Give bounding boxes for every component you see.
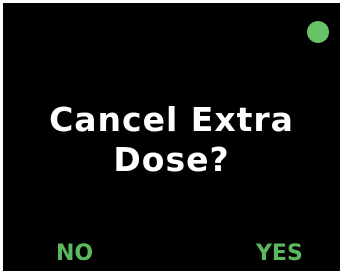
confirmation-prompt: Cancel Extra Dose?	[3, 100, 340, 180]
prompt-line-2: Dose?	[113, 140, 230, 179]
device-screen: Cancel Extra Dose? NO YES	[3, 3, 340, 271]
prompt-line-1: Cancel Extra	[49, 100, 294, 139]
yes-button[interactable]: YES	[256, 241, 303, 267]
no-button[interactable]: NO	[56, 241, 93, 267]
status-indicator-icon	[307, 21, 329, 43]
